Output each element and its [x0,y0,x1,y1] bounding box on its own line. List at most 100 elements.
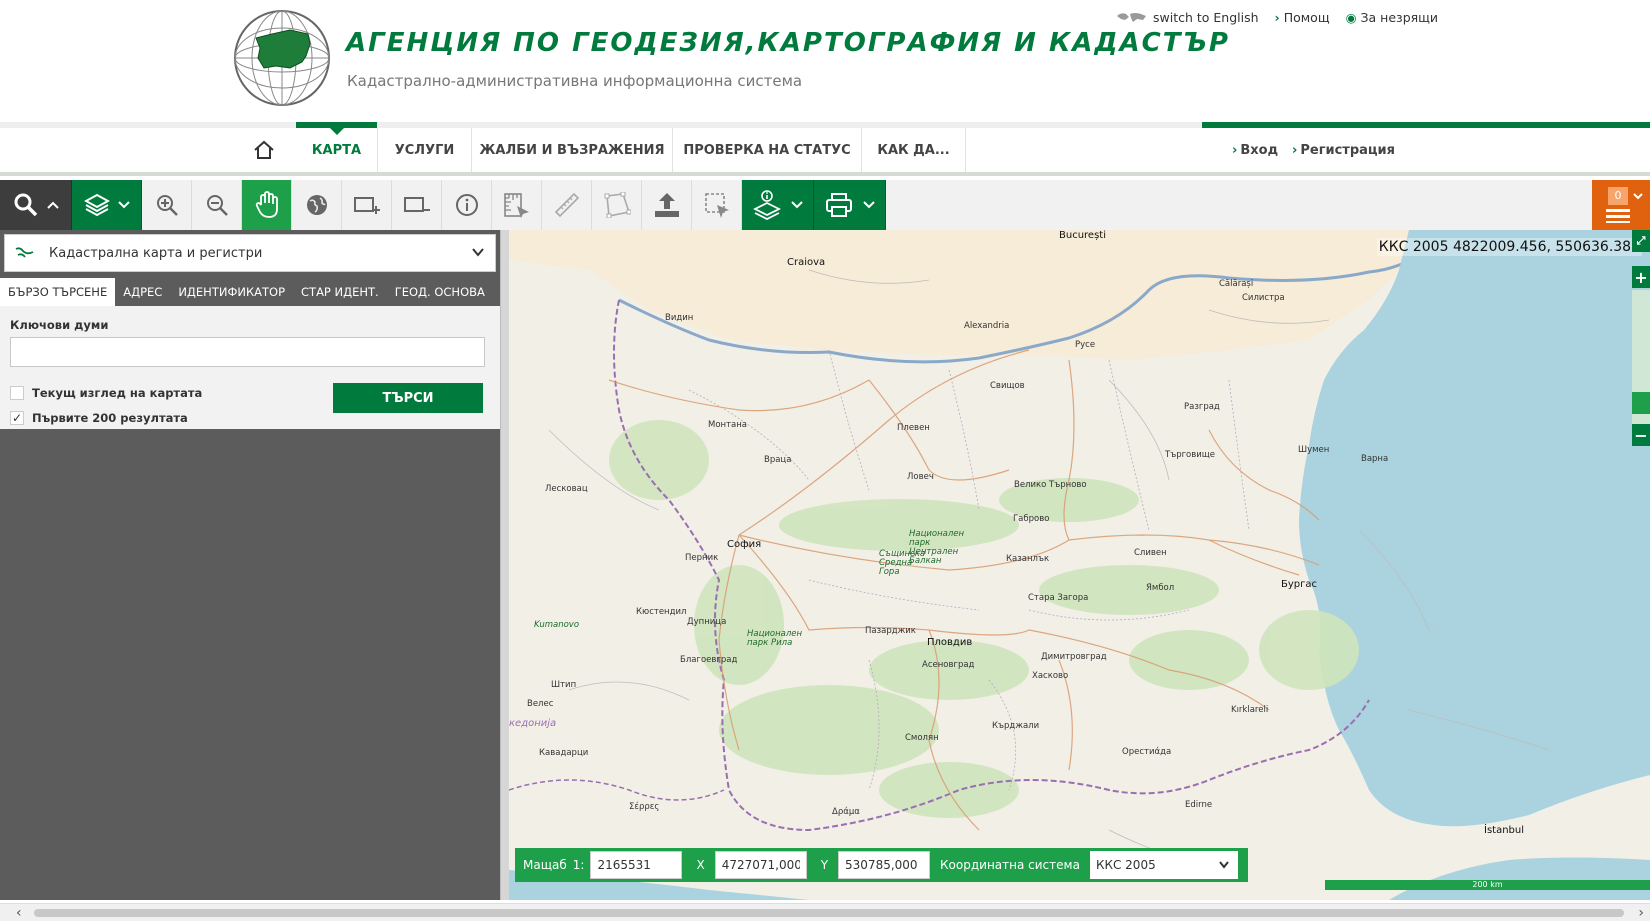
checkbox-box[interactable] [10,386,24,400]
nav-tab-complaints[interactable]: ЖАЛБИ И ВЪЗРАЖЕНИЯ [472,128,673,172]
top-links: switch to English › Помощ ◉ За незрящи [1115,10,1438,25]
map-label-calarasi: Călărași [1219,279,1254,289]
checkbox-box-checked[interactable]: ✓ [10,411,24,425]
accessibility-link[interactable]: ◉ За незрящи [1346,10,1438,25]
map-label-haskovo: Хасково [1032,671,1069,681]
map-label-dimitrovgrad: Димитровград [1041,652,1107,662]
tab-geodetic-base[interactable]: ГЕОД. ОСНОВА [387,278,493,306]
map-label-burgas: Бургас [1281,579,1318,590]
agency-subtitle: Кадастрално-административна информационн… [347,72,803,90]
register-link[interactable]: › Регистрация [1292,128,1395,172]
chevron-down-icon [1633,193,1643,200]
layer-dropdown-label: Кадастрална карта и регистри [49,245,263,261]
select-icon [704,193,729,218]
map-label-silistra: Силистра [1242,293,1285,303]
current-view-label: Текущ изглед на картата [32,386,203,400]
tab-quick-search[interactable]: БЪРЗО ТЪРСЕНЕ [0,278,116,306]
zoom-in-tool-button[interactable] [142,180,192,230]
map-label-kyustendil: Кюстендил [636,607,687,617]
map-label-kirklareli: Kırklareli [1231,705,1269,715]
tab-identifier[interactable]: ИДЕНТИФИКАТОР [170,278,293,306]
chevron-right-icon: › [1232,142,1238,158]
chevron-down-icon [472,248,484,257]
layers-button[interactable] [72,180,142,230]
scroll-right-icon[interactable]: › [1638,905,1644,921]
nav-tab-services[interactable]: УСЛУГИ [378,128,472,172]
draw-polygon-button[interactable] [592,180,642,230]
zoom-out-tool-button[interactable] [192,180,242,230]
home-button[interactable] [232,128,296,172]
scale-label: Мащаб [523,858,567,872]
map-label-shtip: Штип [551,680,577,690]
y-coordinate-input[interactable] [838,851,931,879]
zoom-in-button[interactable]: + [1632,266,1650,288]
layer-dropdown[interactable]: Кадастрална карта и регистри [4,234,496,272]
map-label-sliven: Сливен [1134,548,1167,558]
search-icon [14,193,37,217]
zoom-in-icon [156,195,178,216]
info-icon [455,194,478,216]
rect-add-icon [353,197,380,214]
search-tool-button[interactable] [0,180,72,230]
measure-area-button[interactable] [492,180,542,230]
map-label-stara-zagora: Стара Загора [1028,593,1089,603]
switch-english-link[interactable]: switch to English [1115,10,1259,25]
tab-old-identifier[interactable]: СТАР ИДЕНТ. [293,278,387,306]
scale-bar: 200 km [1325,880,1650,890]
tab-address[interactable]: АДРЕС [115,278,170,306]
sidebar-splitter[interactable] [500,230,509,900]
y-label: Y [820,858,829,872]
zoom-box-in-button[interactable] [342,180,392,230]
map-label-drama: Δράμα [832,807,860,817]
world-map-icon [1117,12,1146,22]
map-label-montana: Монтана [708,420,748,430]
login-link[interactable]: › Вход [1232,128,1278,172]
nav-tab-how-to[interactable]: КАК ДА... [862,128,966,172]
agency-logo[interactable] [232,8,332,108]
horizontal-scrollbar[interactable]: ‹ › [0,903,1650,921]
current-view-checkbox[interactable]: Текущ изглед на картата [10,386,202,400]
nav-tab-map[interactable]: КАРТА [296,122,378,172]
crs-select[interactable]: ККС 2005 [1089,851,1238,879]
full-extent-button[interactable] [292,180,342,230]
cart-count-badge: 0 [1608,187,1628,205]
map-label-bucuresti: București [1059,230,1106,241]
crs-label: Координатна система [940,858,1080,872]
upload-button[interactable] [642,180,692,230]
select-tool-button[interactable] [692,180,742,230]
map-toolbar: 0 [0,180,1650,230]
zoom-out-button[interactable]: − [1632,424,1650,446]
layer-info-button[interactable] [742,180,814,230]
nav-tab-status-check[interactable]: ПРОВЕРКА НА СТАТУС [673,128,862,172]
map-label-yambol: Ямбол [1146,583,1175,593]
map-label-pernik: Перник [685,553,719,563]
print-button[interactable] [814,180,886,230]
coordinate-readout: ККС 2005 4822009.456, 550636.380 [1376,238,1642,256]
measure-distance-button[interactable] [542,180,592,230]
zoom-box-out-button[interactable] [392,180,442,230]
login-label: Вход [1240,142,1279,158]
layers-icon [83,193,110,217]
search-button[interactable]: ТЪРСИ [333,383,483,413]
map-view[interactable]: București Craiova Călărași Силистра Alex… [509,230,1650,900]
map-label-svishtov: Свищов [990,381,1025,391]
map-label-ruse: Русе [1075,340,1096,350]
zoom-slider-track[interactable] [1632,290,1650,440]
scale-input[interactable] [590,851,683,879]
scroll-left-icon[interactable]: ‹ [16,905,22,921]
map-label-veliko-tarnovo: Велико Търново [1014,480,1087,490]
scrollbar-thumb[interactable] [34,909,1624,917]
identify-tool-button[interactable] [442,180,492,230]
keywords-label: Ключови думи [10,318,109,332]
fullscreen-button[interactable]: ⤢ [1632,230,1650,252]
pan-tool-button[interactable] [242,180,292,230]
cart-button[interactable]: 0 [1592,180,1650,230]
map-label-veles: Велес [527,699,554,709]
keywords-input[interactable] [10,337,485,367]
help-link[interactable]: › Помощ [1275,10,1330,25]
search-sidebar: Кадастрална карта и регистри БЪРЗО ТЪРСЕ… [0,230,500,900]
map-label-smolyan: Смолян [905,733,939,743]
zoom-slider-handle[interactable] [1632,392,1650,414]
x-coordinate-input[interactable] [714,851,807,879]
first-200-checkbox[interactable]: ✓ Първите 200 резултата [10,411,188,425]
